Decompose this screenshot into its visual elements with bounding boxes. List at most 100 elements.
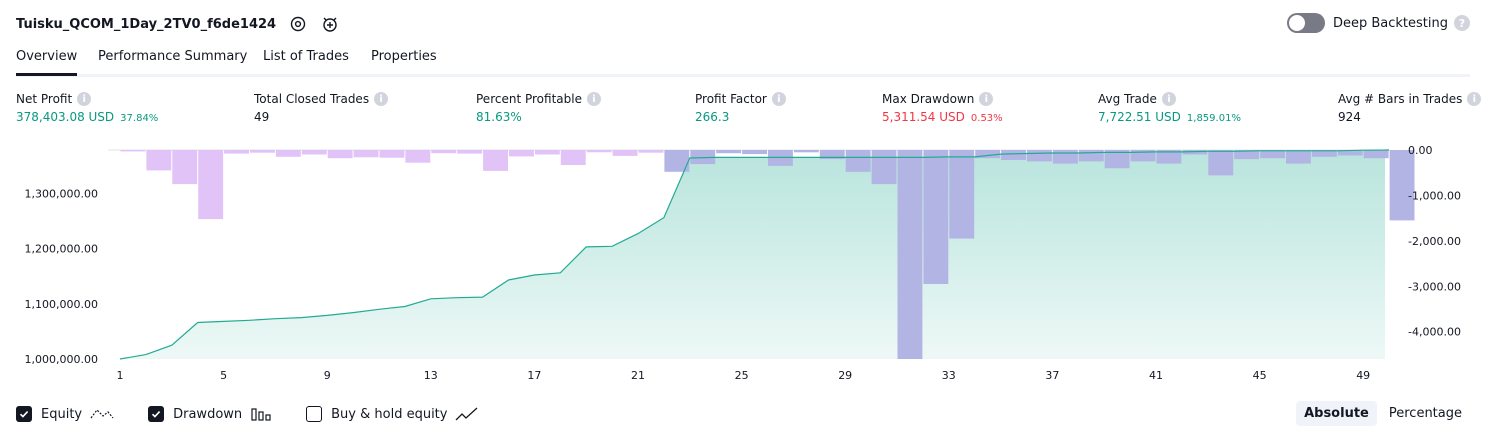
tab-overview[interactable]: Overview [16,49,78,76]
drawdown-bar[interactable] [1286,150,1311,164]
right-axis-tick: -1,000.00 [1408,189,1461,202]
info-icon[interactable]: i [1161,92,1176,106]
drawdown-bar[interactable] [1001,150,1026,160]
drawdown-bar[interactable] [301,150,327,155]
tab-bar: Overview Performance Summary List of Tra… [16,44,1470,77]
drawdown-bar[interactable] [1363,150,1389,159]
drawdown-bar[interactable] [871,150,897,185]
drawdown-bar[interactable] [793,150,819,153]
metric-percent: 1,859.01% [1186,113,1241,124]
drawdown-bar[interactable] [327,150,353,159]
drawdown-bar[interactable] [560,150,586,165]
settings-icon[interactable] [288,14,308,34]
drawdown-bar[interactable] [509,150,534,157]
drawdown-bars-icon [250,406,272,422]
metric-net-profit: Net Profit i 378,403.08 USD 37.84% [16,92,158,124]
metric-label: Percent Profitable [476,92,582,106]
info-icon[interactable]: i [586,92,601,106]
legend-label: Equity [41,406,83,422]
metric-percent: 37.84% [120,113,159,124]
buy-hold-checkbox[interactable] [306,406,323,422]
x-axis-tick: 5 [220,369,227,382]
x-axis-tick: 45 [1253,369,1267,382]
info-icon[interactable]: i [979,92,994,106]
equity-area [120,150,1390,359]
metric-label: Max Drawdown [882,92,975,106]
metric-value: 924 [1338,110,1361,124]
tab-list-of-trades[interactable]: List of Trades [263,49,349,73]
info-icon[interactable]: i [1467,92,1482,106]
help-icon[interactable]: ? [1454,15,1470,31]
metric-percent-profitable: Percent Profitable i 81.63% [476,92,601,124]
buy-hold-line-icon [455,406,479,422]
absolute-button[interactable]: Absolute [1296,401,1377,426]
drawdown-bar[interactable] [353,150,379,158]
drawdown-bar[interactable] [923,150,949,284]
drawdown-checkbox[interactable] [148,406,165,422]
metric-label: Profit Factor [695,92,767,106]
drawdown-bar[interactable] [146,150,172,171]
info-icon[interactable]: i [771,92,786,106]
deep-backtesting-toggle[interactable] [1286,13,1325,33]
chart-legend: Equity Drawdown Buy & hold equity [16,403,513,425]
legend-buy-hold[interactable]: Buy & hold equity [306,406,479,422]
metric-value: 7,722.51 USD [1098,110,1181,124]
drawdown-bar[interactable] [1027,150,1052,162]
add-to-chart-icon[interactable] [320,14,340,34]
metric-value: 49 [254,110,270,124]
drawdown-bar[interactable] [845,150,871,172]
metric-label: Avg # Bars in Trades [1338,92,1463,106]
legend-equity[interactable]: Equity [16,406,114,422]
drawdown-bar[interactable] [1078,150,1104,162]
percentage-button[interactable]: Percentage [1381,401,1470,426]
drawdown-bar[interactable] [534,150,560,155]
tab-performance-summary[interactable]: Performance Summary [98,49,247,73]
drawdown-bar[interactable] [638,150,664,153]
left-axis-tick: 1,300,000.00 [25,187,98,200]
drawdown-bar[interactable] [224,150,249,154]
drawdown-bar[interactable] [405,150,431,163]
drawdown-bar[interactable] [483,150,508,171]
equity-drawdown-chart[interactable]: 1,300,000.00 1,200,000.00 1,100,000.00 1,00… [0,140,1486,396]
info-icon[interactable]: i [374,92,389,106]
drawdown-bar[interactable] [379,150,405,158]
scale-mode-switch: Absolute Percentage [1292,401,1470,426]
x-axis-tick: 9 [324,369,331,382]
x-axis-tick: 33 [942,369,956,382]
equity-line-icon [90,406,114,422]
equity-checkbox[interactable] [16,406,32,422]
drawdown-bar[interactable] [1052,150,1078,164]
drawdown-bar[interactable] [586,150,612,153]
metric-value: 81.63% [476,110,522,124]
drawdown-bar[interactable] [742,150,767,155]
right-axis-tick: -2,000.00 [1408,235,1461,248]
metric-value: 5,311.54 USD [882,110,965,124]
deep-backtesting-control: Deep Backtesting ? [1286,13,1470,33]
legend-label: Drawdown [173,406,243,422]
metric-percent: 0.53% [970,113,1003,124]
metric-profit-factor: Profit Factor i 266.3 [695,92,786,124]
drawdown-bar[interactable] [949,150,975,239]
drawdown-bar[interactable] [198,150,224,220]
drawdown-bar[interactable] [431,150,457,154]
drawdown-bar[interactable] [716,150,742,154]
x-axis-tick: 29 [838,369,852,382]
metric-total-closed-trades: Total Closed Trades i 49 [254,92,389,124]
x-axis-tick: 49 [1356,369,1370,382]
info-icon[interactable]: i [77,92,92,106]
metric-avg-bars-in-trades: Avg # Bars in Trades i 924 [1338,92,1482,124]
legend-label: Buy & hold equity [331,406,448,422]
x-axis-tick: 1 [117,369,124,382]
legend-drawdown[interactable]: Drawdown [148,406,272,422]
deep-backtesting-label: Deep Backtesting [1332,15,1448,31]
drawdown-bar[interactable] [612,150,638,156]
drawdown-bar[interactable] [120,150,146,152]
drawdown-bar[interactable] [1389,150,1415,221]
drawdown-bar[interactable] [1208,150,1234,176]
drawdown-bar[interactable] [275,150,301,157]
drawdown-bar[interactable] [457,150,483,154]
drawdown-bar[interactable] [897,150,923,359]
tab-properties[interactable]: Properties [371,49,437,73]
drawdown-bar[interactable] [250,150,275,153]
drawdown-bar[interactable] [172,150,198,185]
